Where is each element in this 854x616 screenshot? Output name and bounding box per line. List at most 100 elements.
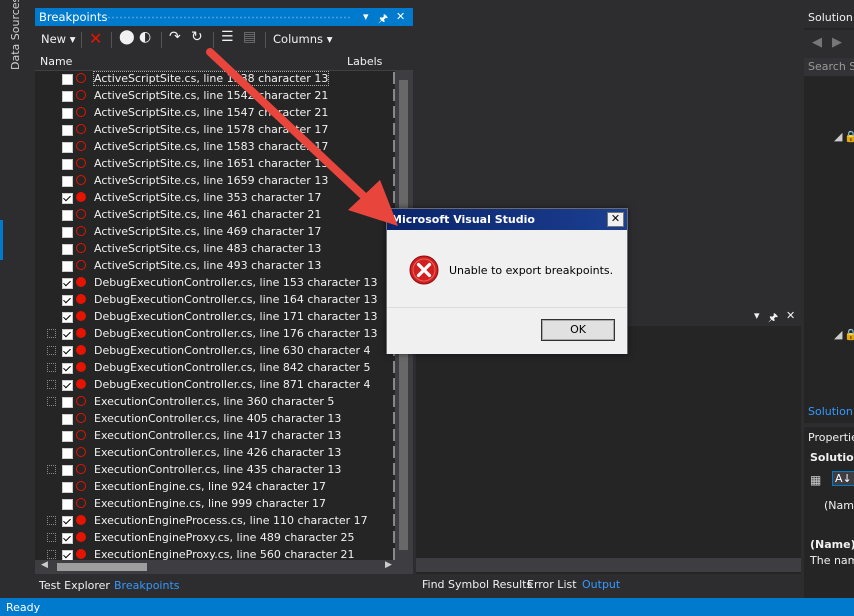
breakpoint-row[interactable]: ExecutionController.cs, line 417 charact…: [35, 427, 395, 444]
breakpoint-row[interactable]: ActiveScriptSite.cs, line 1542 character…: [35, 87, 395, 104]
tree-expander-icon[interactable]: [47, 516, 56, 525]
breakpoint-checkbox[interactable]: [62, 159, 73, 170]
breakpoint-row[interactable]: ActiveScriptSite.cs, line 1659 character…: [35, 172, 395, 189]
tree-expander-icon[interactable]: [47, 346, 56, 355]
column-name[interactable]: Name: [40, 55, 72, 68]
breakpoint-row[interactable]: ExecutionController.cs, line 426 charact…: [35, 444, 395, 461]
breakpoint-row[interactable]: ExecutionController.cs, line 435 charact…: [35, 461, 395, 478]
breakpoint-checkbox[interactable]: [62, 516, 73, 527]
breakpoint-checkbox[interactable]: [62, 346, 73, 357]
property-name-row[interactable]: (Name: [824, 499, 854, 512]
breakpoint-checkbox[interactable]: [62, 108, 73, 119]
dialog-close-button[interactable]: ✕: [607, 212, 624, 227]
delete-all-icon[interactable]: ⬤: [119, 29, 135, 45]
tree-expander-icon[interactable]: [47, 465, 56, 474]
scrollbar-thumb[interactable]: [57, 563, 147, 571]
breakpoint-checkbox[interactable]: [62, 482, 73, 493]
go-to-source-icon[interactable]: ☰: [221, 29, 234, 45]
breakpoints-horizontal-scrollbar[interactable]: ◀ ▶: [35, 560, 413, 574]
breakpoint-row[interactable]: ExecutionEngineProcess.cs, line 110 char…: [35, 512, 395, 529]
tree-expander-icon[interactable]: [47, 533, 56, 542]
column-labels[interactable]: Labels: [347, 55, 382, 68]
breakpoint-checkbox[interactable]: [62, 533, 73, 544]
breakpoint-row[interactable]: ActiveScriptSite.cs, line 1547 character…: [35, 104, 395, 121]
data-sources-tab[interactable]: Data Sources: [9, 0, 25, 78]
breakpoint-row[interactable]: DebugExecutionController.cs, line 871 ch…: [35, 376, 395, 393]
tab-error-list[interactable]: Error List: [527, 578, 577, 591]
tree-expander-icon[interactable]: ◢: [834, 328, 842, 341]
breakpoint-checkbox[interactable]: [62, 465, 73, 476]
breakpoint-checkbox[interactable]: [62, 244, 73, 255]
breakpoint-row[interactable]: ExecutionEngineProxy.cs, line 489 charac…: [35, 529, 395, 546]
breakpoint-row[interactable]: ActiveScriptSite.cs, line 469 character …: [35, 223, 395, 240]
export-icon[interactable]: ↷: [169, 29, 181, 45]
breakpoint-row[interactable]: ActiveScriptSite.cs, line 1578 character…: [35, 121, 395, 138]
breakpoint-row[interactable]: ActiveScriptSite.cs, line 1583 character…: [35, 138, 395, 155]
breakpoint-checkbox[interactable]: [62, 414, 73, 425]
breakpoint-checkbox[interactable]: [62, 261, 73, 272]
breakpoint-checkbox[interactable]: [62, 550, 73, 560]
breakpoint-row[interactable]: DebugExecutionController.cs, line 630 ch…: [35, 342, 395, 359]
breakpoint-row[interactable]: ExecutionController.cs, line 405 charact…: [35, 410, 395, 427]
columns-button[interactable]: Columns ▾: [273, 32, 332, 46]
breakpoint-checkbox[interactable]: [62, 312, 73, 323]
tree-expander-icon[interactable]: [47, 380, 56, 389]
breakpoint-row[interactable]: ExecutionEngine.cs, line 999 character 1…: [35, 495, 395, 512]
pin-icon[interactable]: 🖈: [768, 309, 778, 328]
breakpoint-checkbox[interactable]: [62, 329, 73, 340]
tree-expander-icon[interactable]: [47, 329, 56, 338]
tab-output[interactable]: Output: [582, 578, 620, 591]
tree-expander-icon[interactable]: [47, 363, 56, 372]
dropdown-icon[interactable]: ▾: [754, 309, 760, 322]
new-button[interactable]: New ▾: [41, 32, 76, 46]
categorized-icon[interactable]: ▦: [810, 473, 821, 487]
breakpoint-row[interactable]: DebugExecutionController.cs, line 171 ch…: [35, 308, 395, 325]
tree-expander-icon[interactable]: [47, 550, 56, 559]
breakpoint-checkbox[interactable]: [62, 125, 73, 136]
breakpoint-row[interactable]: ActiveScriptSite.cs, line 1651 character…: [35, 155, 395, 172]
scroll-left-icon[interactable]: ◀: [41, 560, 48, 570]
breakpoint-checkbox[interactable]: [62, 380, 73, 391]
breakpoint-row[interactable]: ActiveScriptSite.cs, line 1538 character…: [35, 70, 395, 87]
breakpoint-checkbox[interactable]: [62, 363, 73, 374]
breakpoint-row[interactable]: ActiveScriptSite.cs, line 493 character …: [35, 257, 395, 274]
dropdown-icon[interactable]: ▾: [363, 10, 369, 23]
tab-breakpoints[interactable]: Breakpoints: [114, 579, 180, 592]
breakpoint-row[interactable]: ExecutionEngine.cs, line 924 character 1…: [35, 478, 395, 495]
close-icon[interactable]: ✕: [786, 309, 795, 322]
breakpoint-checkbox[interactable]: [62, 431, 73, 442]
breakpoint-row[interactable]: DebugExecutionController.cs, line 153 ch…: [35, 274, 395, 291]
breakpoint-row[interactable]: ActiveScriptSite.cs, line 483 character …: [35, 240, 395, 257]
breakpoint-checkbox[interactable]: [62, 193, 73, 204]
alphabetical-icon[interactable]: A↓: [832, 471, 854, 486]
properties-object[interactable]: Solution: [810, 451, 854, 464]
solution-search-box[interactable]: Search Sc: [804, 58, 854, 76]
import-icon[interactable]: ↻: [191, 29, 203, 45]
breakpoint-checkbox[interactable]: [62, 227, 73, 238]
breakpoint-row[interactable]: ActiveScriptSite.cs, line 353 character …: [35, 189, 395, 206]
breakpoint-checkbox[interactable]: [62, 210, 73, 221]
breakpoint-row[interactable]: DebugExecutionController.cs, line 842 ch…: [35, 359, 395, 376]
tree-expander-icon[interactable]: ◢: [834, 130, 842, 143]
breakpoint-row[interactable]: ActiveScriptSite.cs, line 461 character …: [35, 206, 395, 223]
breakpoint-checkbox[interactable]: [62, 295, 73, 306]
breakpoint-checkbox[interactable]: [62, 74, 73, 85]
breakpoint-row[interactable]: DebugExecutionController.cs, line 164 ch…: [35, 291, 395, 308]
go-to-disassembly-icon[interactable]: ▤: [243, 29, 256, 45]
close-icon[interactable]: ✕: [396, 10, 405, 23]
ok-button[interactable]: OK: [541, 319, 615, 341]
breakpoint-checkbox[interactable]: [62, 278, 73, 289]
delete-icon[interactable]: ✕: [89, 29, 102, 48]
tree-expander-icon[interactable]: [47, 397, 56, 406]
tab-test-explorer[interactable]: Test Explorer: [39, 579, 110, 592]
output-horizontal-scrollbar[interactable]: [416, 558, 801, 572]
breakpoint-row[interactable]: DebugExecutionController.cs, line 176 ch…: [35, 325, 395, 342]
tab-solution-explorer[interactable]: Solution E: [808, 405, 854, 418]
breakpoint-checkbox[interactable]: [62, 91, 73, 102]
tab-find-symbol-results[interactable]: Find Symbol Results: [422, 578, 532, 591]
breakpoint-checkbox[interactable]: [62, 176, 73, 187]
breakpoint-checkbox[interactable]: [62, 499, 73, 510]
back-icon[interactable]: ◀: [812, 35, 822, 50]
scroll-right-icon[interactable]: ▶: [385, 560, 392, 570]
breakpoint-row[interactable]: ExecutionController.cs, line 360 charact…: [35, 393, 395, 410]
